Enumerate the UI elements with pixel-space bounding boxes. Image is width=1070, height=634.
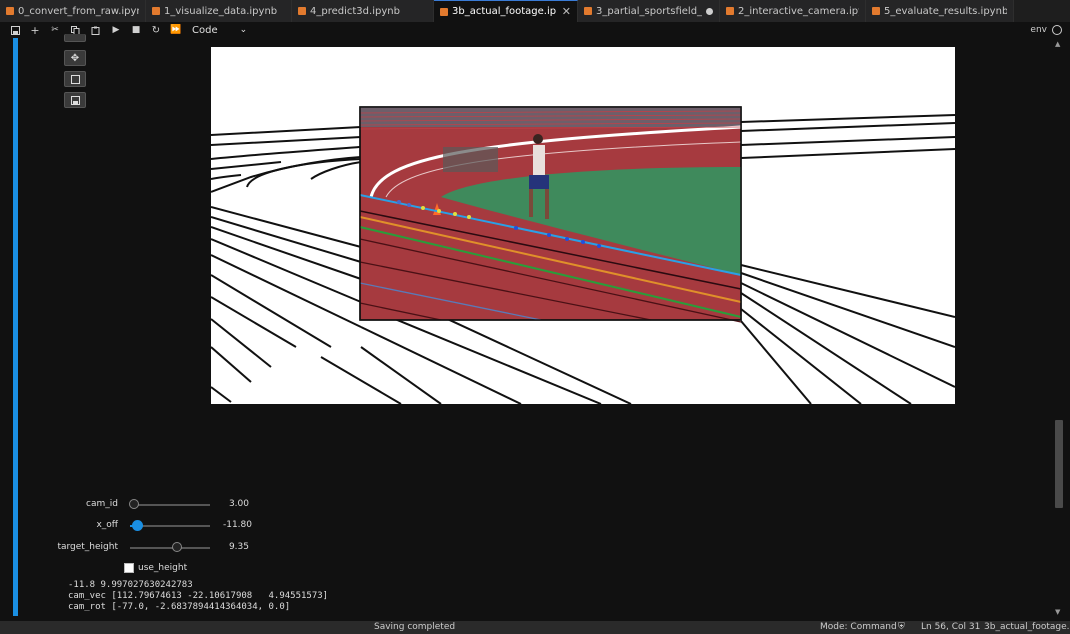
notebook-icon xyxy=(152,7,160,15)
notebook-toolbar: + ✂ ▶ ■ ↻ ⏩ Code ⌄ env xyxy=(0,22,1070,38)
projection-figure xyxy=(211,106,955,404)
x-off-label: x_off xyxy=(96,520,118,530)
status-message: Saving completed xyxy=(374,622,456,632)
tab-evaluate-results[interactable]: 5_evaluate_results.ipynb xyxy=(866,0,1014,22)
x-off-slider-thumb[interactable] xyxy=(132,520,143,531)
notebook-icon xyxy=(584,7,592,15)
figure-toolbar-top-button[interactable] xyxy=(64,34,86,42)
fast-forward-icon[interactable]: ⏩ xyxy=(170,22,182,38)
x-off-value: -11.80 xyxy=(222,520,252,530)
paste-icon[interactable] xyxy=(89,22,101,38)
restart-icon[interactable]: ↻ xyxy=(150,22,162,38)
unsaved-dot-icon xyxy=(706,7,713,15)
save-icon[interactable] xyxy=(9,22,21,38)
output-line: cam_vec [112.79674613 -22.10617908 4.945… xyxy=(68,591,329,601)
scroll-up-icon[interactable]: ▲ xyxy=(1055,40,1060,48)
tab-label: 3b_actual_footage.ipynb xyxy=(452,6,556,17)
status-cursor-position[interactable]: Ln 56, Col 31 xyxy=(921,622,980,632)
tab-label: 1_visualize_data.ipynb xyxy=(164,5,278,17)
kernel-status-icon xyxy=(1052,25,1062,35)
target-height-label: target_height xyxy=(57,542,118,552)
notebook-icon xyxy=(440,7,448,16)
target-height-value: 9.35 xyxy=(228,542,249,552)
status-mode: Mode: Command xyxy=(820,622,897,632)
cut-icon[interactable]: ✂ xyxy=(49,22,61,38)
use-height-checkbox[interactable] xyxy=(124,563,134,573)
footage-frame xyxy=(359,106,742,323)
notebook-icon xyxy=(6,7,14,15)
tab-label: 2_interactive_camera.ipynb xyxy=(738,5,859,17)
kernel-indicator[interactable]: env xyxy=(1030,22,1062,38)
tab-bar: 0_convert_from_raw.ipynb 1_visualize_dat… xyxy=(0,0,1070,23)
plus-icon[interactable]: + xyxy=(29,22,41,38)
tab-interactive-camera[interactable]: 2_interactive_camera.ipynb xyxy=(720,0,866,22)
cam-id-slider[interactable] xyxy=(130,504,210,506)
target-height-slider-thumb[interactable] xyxy=(172,542,182,552)
close-icon[interactable]: ✕ xyxy=(556,5,571,18)
output-line: -11.8 9.997027630242783 xyxy=(68,580,193,590)
target-height-slider[interactable] xyxy=(130,547,210,549)
notebook-icon xyxy=(872,7,880,15)
kernel-name: env xyxy=(1030,25,1047,35)
scroll-down-icon[interactable]: ▼ xyxy=(1055,608,1060,616)
cam-id-value: 3.00 xyxy=(228,499,249,509)
tab-predict3d[interactable]: 4_predict3d.ipynb xyxy=(292,0,434,22)
shield-icon: ⛨ xyxy=(898,622,905,632)
cam-id-slider-thumb[interactable] xyxy=(129,499,139,509)
cam-id-label: cam_id xyxy=(86,499,118,509)
stop-icon[interactable]: ■ xyxy=(130,22,142,38)
camera-projection-plot[interactable] xyxy=(211,47,955,404)
use-height-label: use_height xyxy=(138,563,188,573)
tab-label: 3_partial_sportsfield_registra xyxy=(596,5,702,17)
run-icon[interactable]: ▶ xyxy=(110,22,122,38)
zoom-rect-icon[interactable] xyxy=(64,71,86,87)
cell-type-value: Code xyxy=(192,24,218,36)
output-line: cam_rot [-77.0, -2.6837894414364034, 0.0… xyxy=(68,602,291,612)
chevron-down-icon: ⌄ xyxy=(239,25,248,35)
tab-label: 4_predict3d.ipynb xyxy=(310,5,400,17)
notebook-icon xyxy=(298,7,306,15)
status-bar: Saving completed Mode: Command ⛨ Ln 56, … xyxy=(0,621,1070,634)
tab-visualize-data[interactable]: 1_visualize_data.ipynb xyxy=(146,0,292,22)
status-file-name: 3b_actual_footage.ipynb xyxy=(984,622,1070,632)
tab-convert-from-raw[interactable]: 0_convert_from_raw.ipynb xyxy=(0,0,146,22)
notebook-icon xyxy=(726,7,734,15)
tab-partial-sportsfield[interactable]: 3_partial_sportsfield_registra xyxy=(578,0,720,22)
tab-label: 5_evaluate_results.ipynb xyxy=(884,5,1007,17)
save-figure-icon[interactable] xyxy=(64,92,86,108)
cell-type-select[interactable]: Code ⌄ xyxy=(192,22,247,38)
tab-actual-footage[interactable]: 3b_actual_footage.ipynb ✕ xyxy=(434,0,578,22)
pan-icon[interactable]: ✥ xyxy=(64,50,86,66)
vertical-scrollbar-thumb[interactable] xyxy=(1055,420,1063,508)
tab-label: 0_convert_from_raw.ipynb xyxy=(18,5,139,17)
